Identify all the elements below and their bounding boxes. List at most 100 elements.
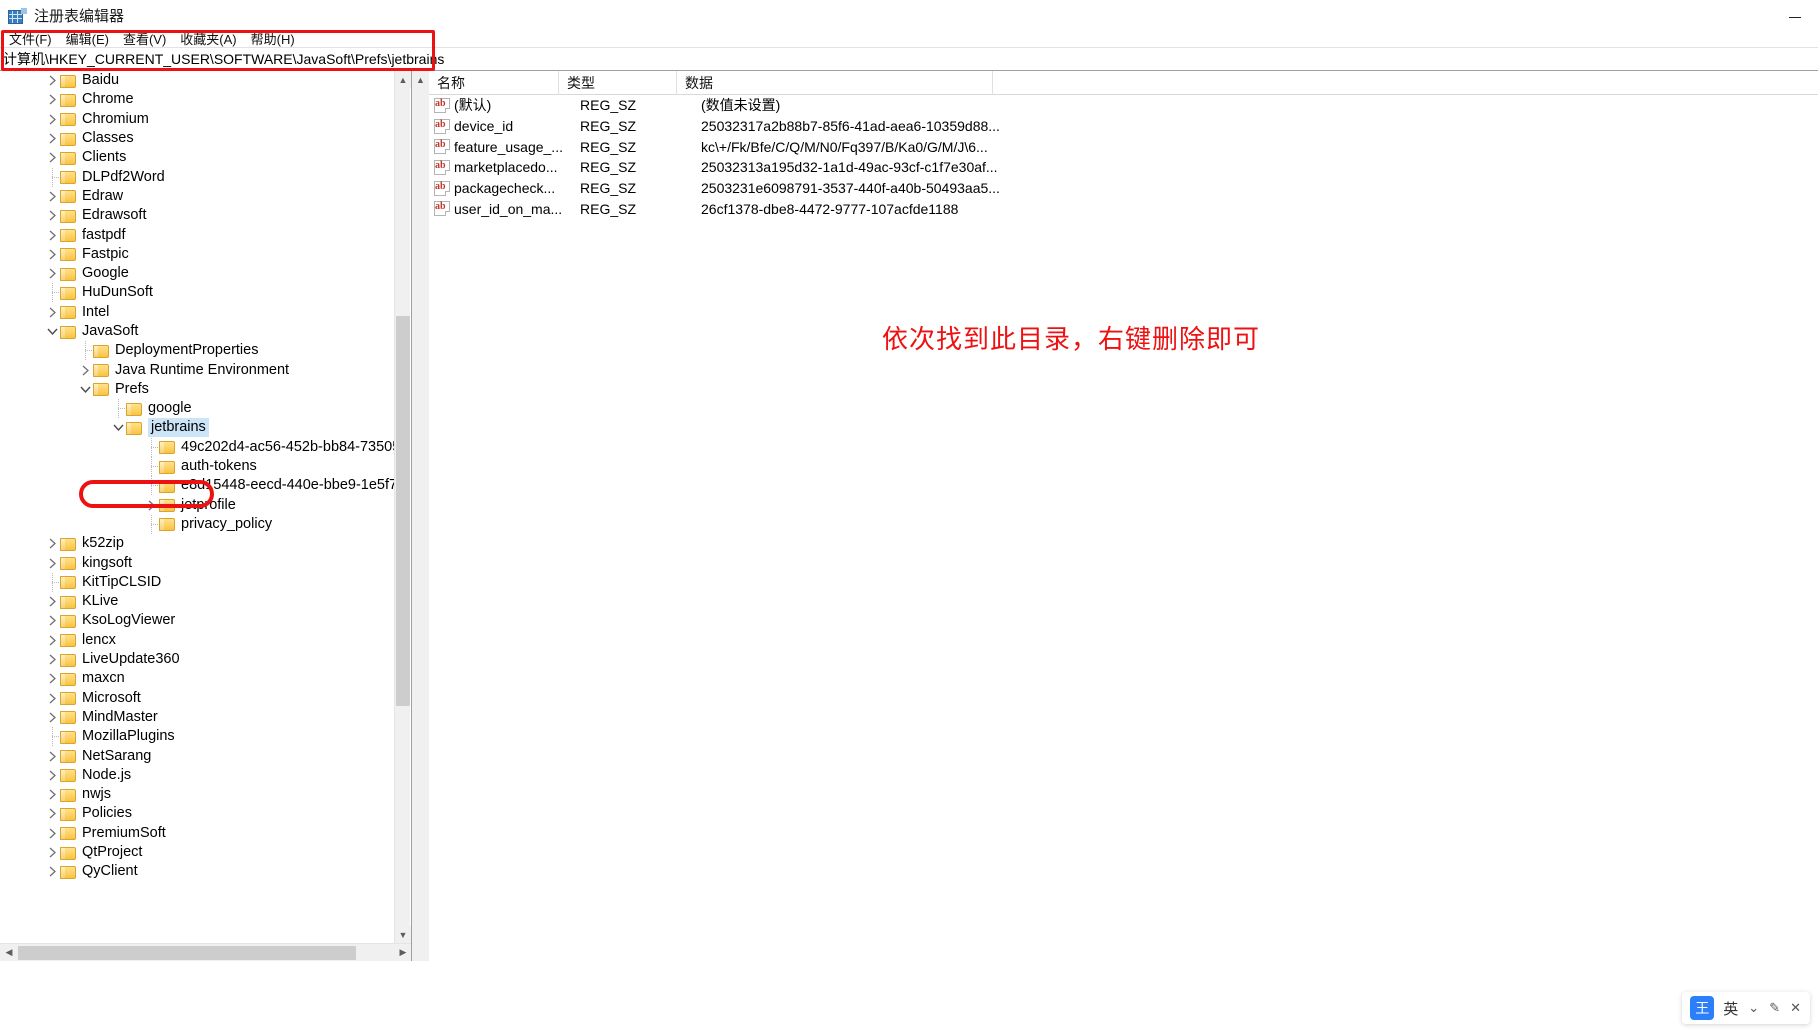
tree-item-klive[interactable]: KLive: [0, 592, 395, 611]
table-row[interactable]: feature_usage_... REG_SZ kc\+/Fk/Bfe/C/Q/M…: [429, 136, 1818, 157]
values-left-scrollbar[interactable]: ▲: [412, 71, 429, 961]
tree-item-liveupdate360[interactable]: LiveUpdate360: [0, 650, 395, 669]
chevron-right-icon[interactable]: [44, 208, 60, 224]
tree-item-classes[interactable]: Classes: [0, 129, 395, 148]
chevron-right-icon[interactable]: [44, 632, 60, 648]
chevron-right-icon[interactable]: [44, 690, 60, 706]
chevron-right-icon[interactable]: [77, 362, 93, 378]
chevron-right-icon[interactable]: [143, 497, 159, 513]
chevron-right-icon[interactable]: [44, 227, 60, 243]
chevron-right-icon[interactable]: [44, 266, 60, 282]
column-header-name[interactable]: 名称: [429, 71, 559, 95]
chevron-right-icon[interactable]: [44, 787, 60, 803]
chevron-right-icon[interactable]: [44, 131, 60, 147]
tree-item-49c202d4-ac56-452b-bb84-735056242[interactable]: 49c202d4-ac56-452b-bb84-735056242: [0, 437, 395, 457]
scroll-up-icon[interactable]: ▲: [395, 71, 411, 88]
chevron-right-icon[interactable]: [44, 709, 60, 725]
chevron-right-icon[interactable]: [44, 845, 60, 861]
chevron-right-icon[interactable]: [44, 825, 60, 841]
column-header-type[interactable]: 类型: [559, 71, 677, 95]
tree-item-node-js[interactable]: Node.js: [0, 766, 395, 785]
tree-item-baidu[interactable]: Baidu: [0, 71, 395, 90]
ime-close-icon[interactable]: ✕: [1785, 1000, 1806, 1016]
chevron-right-icon[interactable]: [44, 613, 60, 629]
chevron-right-icon[interactable]: [44, 864, 60, 880]
tree-item-javasoft[interactable]: JavaSoft: [0, 322, 395, 341]
chevron-right-icon[interactable]: [44, 73, 60, 89]
tree-vertical-scrollbar[interactable]: ▲ ▼: [394, 71, 411, 943]
chevron-right-icon[interactable]: [44, 652, 60, 668]
ime-punctuation-icon[interactable]: ⌄: [1743, 1000, 1764, 1016]
tree-item-chromium[interactable]: Chromium: [0, 110, 395, 129]
chevron-right-icon[interactable]: [44, 111, 60, 127]
ime-toolbar[interactable]: 王 英 ⌄ ✎ ✕: [1682, 992, 1810, 1024]
chevron-down-icon[interactable]: [110, 420, 126, 436]
tree-item-chrome[interactable]: Chrome: [0, 90, 395, 109]
column-header-data[interactable]: 数据: [677, 71, 993, 95]
tree-item-mozillaplugins[interactable]: MozillaPlugins: [0, 727, 395, 747]
table-row[interactable]: device_id REG_SZ 25032317a2b88b7-85f6-41ad…: [429, 116, 1818, 137]
tree-item-fastpic[interactable]: Fastpic: [0, 245, 395, 264]
chevron-right-icon[interactable]: [44, 594, 60, 610]
tree-item-jetbrains[interactable]: jetbrains: [0, 418, 395, 438]
tree-item-ksologviewer[interactable]: KsoLogViewer: [0, 611, 395, 630]
chevron-right-icon[interactable]: [44, 188, 60, 204]
tree-item-e8d15448-eecd-440e-bbe9-1e5f754d7[interactable]: e8d15448-eecd-440e-bbe9-1e5f754d7: [0, 476, 395, 496]
tree-item-netsarang[interactable]: NetSarang: [0, 746, 395, 765]
tree-item-lencx[interactable]: lencx: [0, 631, 395, 650]
chevron-down-icon[interactable]: [77, 381, 93, 397]
chevron-down-icon[interactable]: [44, 324, 60, 340]
tree-item-java-runtime-environment[interactable]: Java Runtime Environment: [0, 360, 395, 379]
tree-item-jetprofile[interactable]: jetprofile: [0, 496, 395, 515]
tree-item-deploymentproperties[interactable]: DeploymentProperties: [0, 341, 395, 361]
tree-item-privacy-policy[interactable]: privacy_policy: [0, 514, 395, 534]
scroll-down-icon[interactable]: ▼: [395, 926, 411, 943]
table-row[interactable]: packagecheck... REG_SZ 2503231e6098791-353…: [429, 178, 1818, 199]
tree-item-clients[interactable]: Clients: [0, 148, 395, 167]
scroll-left-icon[interactable]: ◀: [0, 944, 18, 962]
chevron-right-icon[interactable]: [44, 304, 60, 320]
chevron-right-icon[interactable]: [44, 92, 60, 108]
scroll-right-icon[interactable]: ▶: [394, 944, 411, 962]
registry-tree[interactable]: Baidu Chrome Chromium Classes Clients DLPdf2W…: [0, 71, 395, 943]
tree-item-microsoft[interactable]: Microsoft: [0, 689, 395, 708]
tree-item-prefs[interactable]: Prefs: [0, 380, 395, 399]
tree-item-hudunsoft[interactable]: HuDunSoft: [0, 283, 395, 303]
chevron-right-icon[interactable]: [44, 150, 60, 166]
tree-scroll-thumb[interactable]: [396, 316, 410, 706]
tree-item-nwjs[interactable]: nwjs: [0, 785, 395, 804]
tree-horizontal-scrollbar[interactable]: ◀ ▶: [0, 943, 411, 962]
tree-item-mindmaster[interactable]: MindMaster: [0, 708, 395, 727]
ime-handwriting-icon[interactable]: ✎: [1764, 1000, 1785, 1016]
chevron-right-icon[interactable]: [44, 536, 60, 552]
address-bar[interactable]: 计算机\HKEY_CURRENT_USER\SOFTWARE\JavaSoft\…: [0, 47, 1818, 71]
minimize-button[interactable]: [1772, 0, 1818, 34]
tree-item-google[interactable]: google: [0, 399, 395, 419]
tree-item-edraw[interactable]: Edraw: [0, 187, 395, 206]
tree-item-fastpdf[interactable]: fastpdf: [0, 225, 395, 244]
values-list[interactable]: (默认) REG_SZ (数值未设置) device_id REG_SZ 25032317…: [429, 95, 1818, 961]
tree-item-edrawsoft[interactable]: Edrawsoft: [0, 206, 395, 225]
table-row[interactable]: marketplacedo... REG_SZ 25032313a195d32-1a…: [429, 157, 1818, 178]
tree-item-k52zip[interactable]: k52zip: [0, 534, 395, 553]
tree-item-auth-tokens[interactable]: auth-tokens: [0, 457, 395, 477]
tree-hscroll-track[interactable]: [18, 944, 394, 962]
tree-item-dlpdf2word[interactable]: DLPdf2Word: [0, 167, 395, 187]
table-row[interactable]: user_id_on_ma... REG_SZ 26cf1378-dbe8-4472…: [429, 198, 1818, 219]
tree-item-qyclient[interactable]: QyClient: [0, 862, 395, 881]
ime-logo-icon[interactable]: 王: [1690, 996, 1715, 1020]
chevron-right-icon[interactable]: [44, 671, 60, 687]
chevron-right-icon[interactable]: [44, 748, 60, 764]
tree-item-maxcn[interactable]: maxcn: [0, 669, 395, 688]
chevron-right-icon[interactable]: [44, 246, 60, 262]
tree-item-kingsoft[interactable]: kingsoft: [0, 553, 395, 572]
tree-item-premiumsoft[interactable]: PremiumSoft: [0, 824, 395, 843]
chevron-right-icon[interactable]: [44, 767, 60, 783]
table-row[interactable]: (默认) REG_SZ (数值未设置): [429, 95, 1818, 116]
values-scroll-up-icon[interactable]: ▲: [412, 71, 429, 88]
tree-item-policies[interactable]: Policies: [0, 804, 395, 823]
tree-item-kittipclsid[interactable]: KitTipCLSID: [0, 572, 395, 592]
tree-item-qtproject[interactable]: QtProject: [0, 843, 395, 862]
tree-item-intel[interactable]: Intel: [0, 303, 395, 322]
address-path[interactable]: 计算机\HKEY_CURRENT_USER\SOFTWARE\JavaSoft\…: [0, 47, 444, 71]
